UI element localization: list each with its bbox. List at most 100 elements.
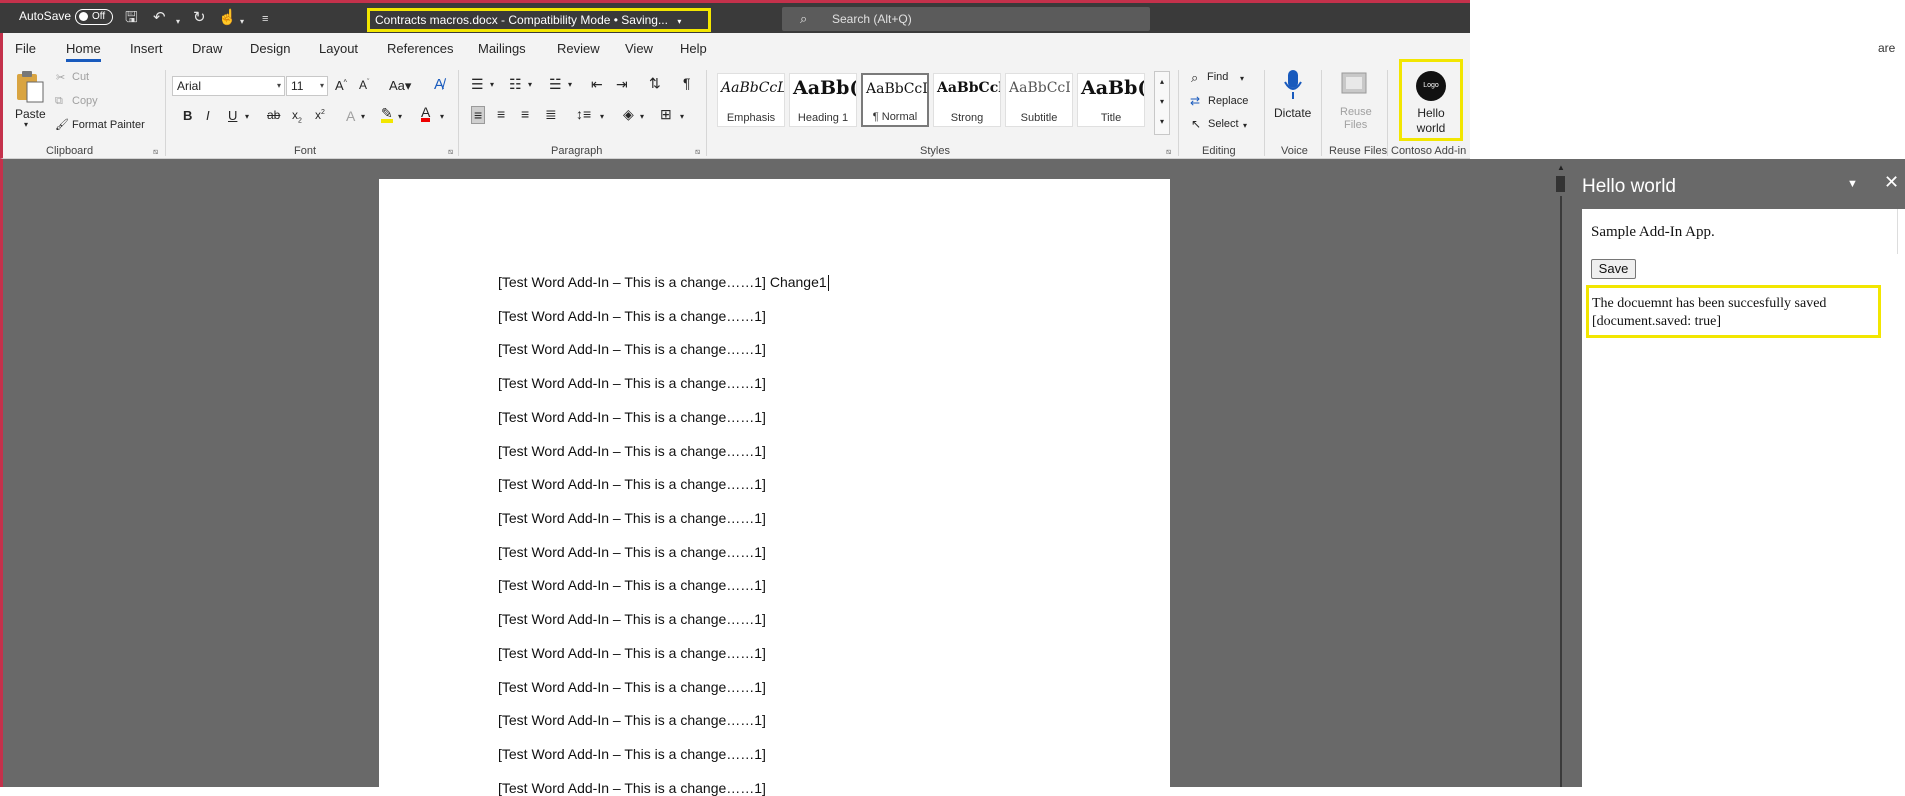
shading-icon[interactable]: ◈ <box>623 106 634 123</box>
numbering-icon[interactable]: ☷ <box>509 76 522 93</box>
borders-icon[interactable]: ⊞ <box>660 106 672 123</box>
document-line[interactable]: [Test Word Add-In – This is a change……1] <box>498 577 766 593</box>
show-formatting-icon[interactable]: ¶ <box>683 75 691 91</box>
document-line[interactable]: [Test Word Add-In – This is a change……1] <box>498 780 766 796</box>
share-button-partial[interactable]: are <box>1878 41 1895 55</box>
document-title[interactable]: Contracts macros.docx - Compatibility Mo… <box>367 8 711 32</box>
scrollbar-track[interactable] <box>1560 196 1562 787</box>
italic-icon[interactable]: I <box>206 108 210 123</box>
shrink-font-icon[interactable]: Aˇ <box>359 78 369 92</box>
line-spacing-dropdown-icon[interactable]: ▾ <box>600 112 604 121</box>
underline-icon[interactable]: U <box>228 108 237 123</box>
bold-icon[interactable]: B <box>183 108 192 123</box>
touch-mode-icon[interactable]: ☝ <box>218 9 237 26</box>
clear-formatting-icon[interactable]: A̸ <box>434 76 444 93</box>
style-subtitle[interactable]: AaBbCcI Subtitle <box>1005 73 1073 127</box>
styles-gallery-scroller[interactable]: ▴ ▾ ▾ <box>1154 71 1170 135</box>
tab-draw[interactable]: Draw <box>192 41 222 56</box>
shading-dropdown-icon[interactable]: ▾ <box>640 112 644 121</box>
document-line[interactable]: [Test Word Add-In – This is a change……1] <box>498 712 766 728</box>
multilevel-list-icon[interactable]: ☱ <box>549 76 562 93</box>
save-button[interactable]: Save <box>1591 259 1636 279</box>
highlight-dropdown-icon[interactable]: ▾ <box>398 112 402 121</box>
dictate-button[interactable]: Dictate <box>1274 106 1311 120</box>
close-icon[interactable]: ✕ <box>1884 172 1899 193</box>
tab-help[interactable]: Help <box>680 41 707 56</box>
document-line[interactable]: [Test Word Add-In – This is a change……1] <box>498 409 766 425</box>
font-family-select[interactable]: Arial ▾ <box>172 76 285 96</box>
subscript-icon[interactable]: x2 <box>292 108 302 124</box>
undo-icon[interactable]: ↶ <box>153 9 166 26</box>
chevron-left-icon[interactable]: ‹ <box>1897 209 1905 254</box>
hello-world-button[interactable]: Logo Hello world <box>1399 59 1463 141</box>
tab-layout[interactable]: Layout <box>319 41 358 56</box>
search-input[interactable]: ⌕ Search (Alt+Q) <box>782 7 1150 31</box>
redo-icon[interactable]: ↻ <box>193 9 206 26</box>
tab-design[interactable]: Design <box>250 41 290 56</box>
align-center-icon[interactable]: ≡ <box>497 106 505 122</box>
autosave-toggle[interactable]: Off <box>75 9 113 25</box>
document-line[interactable]: [Test Word Add-In – This is a change……1] <box>498 476 766 492</box>
document-line[interactable]: [Test Word Add-In – This is a change……1]… <box>498 274 829 292</box>
scroll-up-icon[interactable]: ▲ <box>1557 163 1565 172</box>
find-dropdown-icon[interactable]: ▾ <box>1240 74 1244 83</box>
document-page[interactable]: [Test Word Add-In – This is a change……1]… <box>379 179 1170 796</box>
styles-launcher-icon[interactable]: ⧅ <box>1166 147 1171 157</box>
align-right-icon[interactable]: ≡ <box>521 106 529 122</box>
scrollbar-thumb[interactable] <box>1556 176 1565 192</box>
clipboard-launcher-icon[interactable]: ⧅ <box>153 147 158 157</box>
style-normal[interactable]: AaBbCcI ¶ Normal <box>861 73 929 127</box>
superscript-icon[interactable]: x2 <box>315 108 325 122</box>
document-line[interactable]: [Test Word Add-In – This is a change……1] <box>498 443 766 459</box>
change-case-icon[interactable]: Aa▾ <box>389 78 411 94</box>
document-line[interactable]: [Test Word Add-In – This is a change……1] <box>498 679 766 695</box>
tab-references[interactable]: References <box>387 41 453 56</box>
grow-font-icon[interactable]: A^ <box>335 78 347 93</box>
sort-icon[interactable]: ⇅ <box>649 75 661 92</box>
paragraph-launcher-icon[interactable]: ⧅ <box>695 147 700 157</box>
find-button[interactable]: Find <box>1207 71 1228 83</box>
tab-mailings[interactable]: Mailings <box>478 41 526 56</box>
borders-dropdown-icon[interactable]: ▾ <box>680 112 684 121</box>
style-title[interactable]: AaBb( Title <box>1077 73 1145 127</box>
tab-home[interactable]: Home <box>66 41 101 62</box>
copy-button[interactable]: Copy <box>72 95 98 107</box>
tab-view[interactable]: View <box>625 41 653 56</box>
highlight-icon[interactable]: ✎ <box>381 106 393 123</box>
undo-dropdown-icon[interactable]: ▾ <box>176 13 180 30</box>
replace-button[interactable]: Replace <box>1208 95 1248 107</box>
tab-review[interactable]: Review <box>557 41 600 56</box>
document-line[interactable]: [Test Word Add-In – This is a change……1] <box>498 308 766 324</box>
customize-qat-icon[interactable]: ≡ <box>262 11 268 28</box>
font-size-select[interactable]: 11 ▾ <box>286 76 328 96</box>
decrease-indent-icon[interactable]: ⇤ <box>591 76 603 93</box>
select-dropdown-icon[interactable]: ▾ <box>1243 121 1247 130</box>
font-color-dropdown-icon[interactable]: ▾ <box>440 112 444 121</box>
cut-button[interactable]: Cut <box>72 71 89 83</box>
paste-dropdown-icon[interactable]: ▾ <box>24 120 28 129</box>
text-effects-icon[interactable]: A <box>346 108 355 124</box>
tab-file[interactable]: File <box>15 41 36 56</box>
multilevel-dropdown-icon[interactable]: ▾ <box>568 80 572 89</box>
strikethrough-icon[interactable]: ab <box>267 108 280 122</box>
format-painter-button[interactable]: Format Painter <box>72 119 145 131</box>
bullets-dropdown-icon[interactable]: ▾ <box>490 80 494 89</box>
align-left-icon[interactable]: ≡ <box>471 106 486 124</box>
document-line[interactable]: [Test Word Add-In – This is a change……1] <box>498 510 766 526</box>
paste-button[interactable] <box>13 70 45 104</box>
style-strong[interactable]: AaBbCcl Strong <box>933 73 1001 127</box>
select-button[interactable]: Select <box>1208 118 1239 130</box>
reuse-files-icon[interactable] <box>1340 69 1368 97</box>
justify-icon[interactable]: ≣ <box>545 106 557 123</box>
bullets-icon[interactable]: ☰ <box>471 76 484 93</box>
document-line[interactable]: [Test Word Add-In – This is a change……1] <box>498 611 766 627</box>
task-pane-options-icon[interactable]: ▼ <box>1847 178 1858 190</box>
document-line[interactable]: [Test Word Add-In – This is a change……1] <box>498 645 766 661</box>
document-line[interactable]: [Test Word Add-In – This is a change……1] <box>498 544 766 560</box>
text-effects-dropdown-icon[interactable]: ▾ <box>361 112 365 121</box>
document-line[interactable]: [Test Word Add-In – This is a change……1] <box>498 341 766 357</box>
document-line[interactable]: [Test Word Add-In – This is a change……1] <box>498 746 766 762</box>
document-scrollbar[interactable]: ▲ <box>1553 159 1571 787</box>
tab-insert[interactable]: Insert <box>130 41 163 56</box>
underline-dropdown-icon[interactable]: ▾ <box>245 112 249 121</box>
